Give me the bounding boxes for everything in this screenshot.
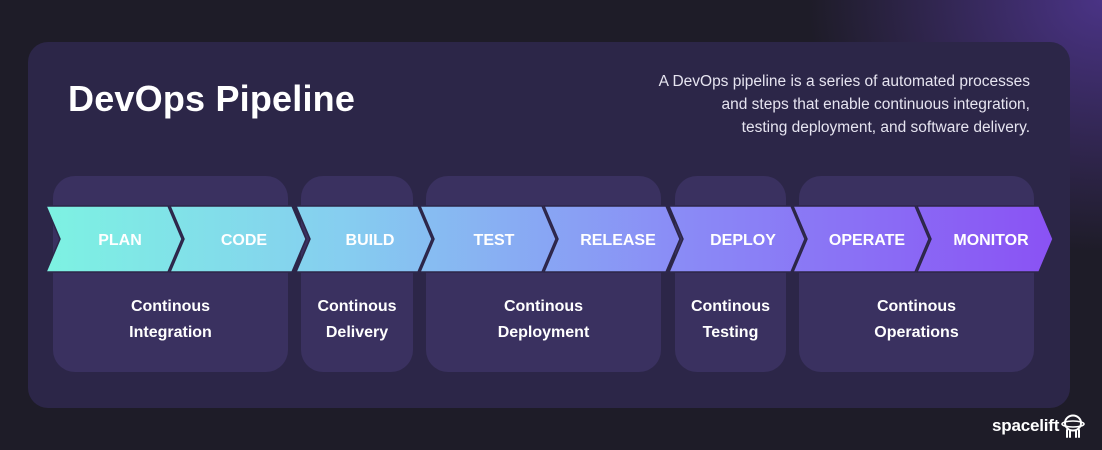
brand-mark: spacelift: [992, 410, 1085, 442]
brand-name: spacelift: [992, 416, 1060, 435]
group-continuous-delivery: Continous Delivery: [301, 176, 413, 372]
group-label-line1: Continous: [317, 298, 397, 315]
description: A DevOps pipeline is a series of automat…: [570, 70, 1030, 139]
group-continuous-integration: Continous Integration: [53, 176, 288, 372]
group-label-line2: Testing: [702, 324, 759, 341]
group-label-line1: Continous: [130, 298, 211, 315]
group-label: Continous Testing: [675, 294, 786, 346]
group-label-line1: Continous: [876, 298, 957, 315]
group-label-line2: Deployment: [497, 324, 590, 341]
description-line: testing deployment, and software deliver…: [741, 119, 1030, 136]
group-label-line2: Delivery: [325, 324, 389, 341]
group-label: Continous Deployment: [426, 294, 661, 346]
astronaut-icon: [1061, 414, 1085, 438]
group-label-line1: Continous: [690, 298, 771, 315]
group-continuous-operations: Continous Operations: [799, 176, 1034, 372]
description-line: and steps that enable continuous integra…: [721, 96, 1030, 113]
page-title: DevOps Pipeline: [68, 78, 356, 119]
group-continuous-deployment: Continous Deployment: [426, 176, 661, 372]
group-label: Continous Delivery: [301, 294, 413, 346]
group-label: Continous Operations: [799, 294, 1034, 346]
group-label-line2: Operations: [874, 324, 959, 341]
group-continuous-testing: Continous Testing: [675, 176, 786, 372]
group-label-line2: Integration: [129, 324, 212, 341]
group-label-line1: Continous: [503, 298, 584, 315]
group-label: Continous Integration: [53, 294, 288, 346]
description-line: A DevOps pipeline is a series of automat…: [658, 73, 1030, 90]
